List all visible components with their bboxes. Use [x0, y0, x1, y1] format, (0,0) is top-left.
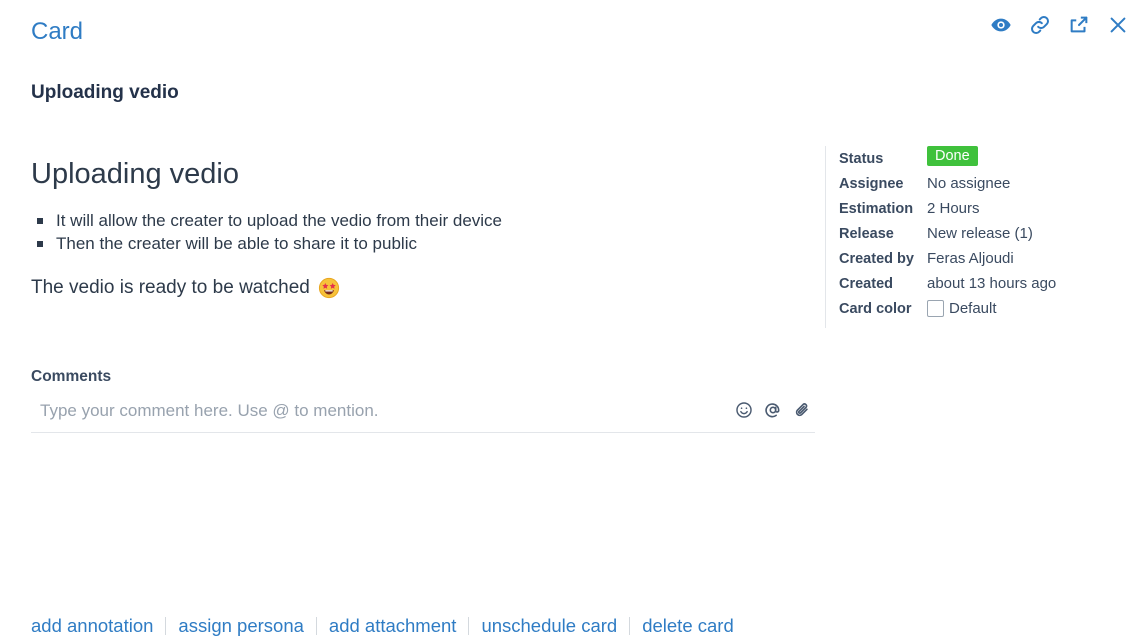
status-label: Status: [839, 150, 884, 167]
estimation-label: Estimation: [839, 200, 914, 217]
description-list: It will allow the creater to upload the …: [31, 209, 811, 255]
release-row: Release New release (1): [839, 221, 1056, 246]
assign-persona-link[interactable]: assign persona: [178, 615, 303, 637]
page-title: Card: [31, 18, 84, 45]
created-label: Created: [839, 275, 893, 292]
divider: [629, 617, 631, 635]
card-actions-toolbar: [988, 12, 1131, 38]
created-by-row: Created by Feras Aljoudi: [839, 246, 1056, 271]
share-icon[interactable]: [1066, 12, 1092, 38]
card-name[interactable]: Uploading vedio: [31, 82, 179, 104]
status-row: Status Done: [839, 145, 1056, 171]
card-color-selector[interactable]: Default: [927, 300, 997, 317]
card-color-row: Card color Default: [839, 296, 1056, 321]
comment-box: [31, 392, 815, 433]
divider: [315, 617, 317, 635]
comments-label: Comments: [31, 368, 112, 385]
star-struck-emoji-icon: [318, 277, 340, 299]
created-by-label: Created by: [839, 250, 914, 267]
list-item: Then the creater will be able to share i…: [31, 232, 811, 255]
assignee-row: Assignee No assignee: [839, 171, 1056, 196]
release-value[interactable]: New release (1): [927, 225, 1033, 242]
at-icon[interactable]: [763, 400, 782, 419]
card-color-value: Default: [949, 300, 997, 317]
card-color-label: Card color: [839, 300, 912, 317]
estimation-value[interactable]: 2 Hours: [927, 200, 980, 217]
delete-card-link[interactable]: delete card: [642, 615, 734, 637]
card-description[interactable]: Uploading vedio It will allow the create…: [31, 158, 811, 299]
paragraph-text: The vedio is ready to be watched: [31, 277, 310, 298]
eye-icon[interactable]: [988, 12, 1014, 38]
divider: [468, 617, 470, 635]
smiley-icon[interactable]: [734, 400, 753, 419]
status-badge[interactable]: Done: [927, 145, 978, 166]
card-footer-actions: add annotation assign persona add attach…: [31, 615, 734, 637]
created-value: about 13 hours ago: [927, 275, 1057, 292]
close-icon[interactable]: [1105, 12, 1131, 38]
add-annotation-link[interactable]: add annotation: [31, 615, 153, 637]
comment-input[interactable]: [31, 392, 711, 430]
link-icon[interactable]: [1027, 12, 1053, 38]
divider: [165, 617, 167, 635]
release-label: Release: [839, 225, 894, 242]
estimation-row: Estimation 2 Hours: [839, 196, 1056, 221]
created-by-value: Feras Aljoudi: [927, 250, 1014, 267]
comment-tools: [734, 400, 811, 419]
add-attachment-link[interactable]: add attachment: [329, 615, 457, 637]
created-row: Created about 13 hours ago: [839, 271, 1056, 296]
description-paragraph: The vedio is ready to be watched: [31, 277, 811, 299]
card-details-panel: Status Done Assignee No assignee Estimat…: [825, 145, 1056, 328]
assignee-label: Assignee: [839, 175, 904, 192]
assignee-value[interactable]: No assignee: [927, 175, 1010, 192]
list-item: It will allow the creater to upload the …: [31, 209, 811, 232]
paperclip-icon[interactable]: [792, 400, 811, 419]
unschedule-card-link[interactable]: unschedule card: [481, 615, 617, 637]
color-swatch[interactable]: [927, 300, 944, 317]
description-heading: Uploading vedio: [31, 158, 239, 190]
